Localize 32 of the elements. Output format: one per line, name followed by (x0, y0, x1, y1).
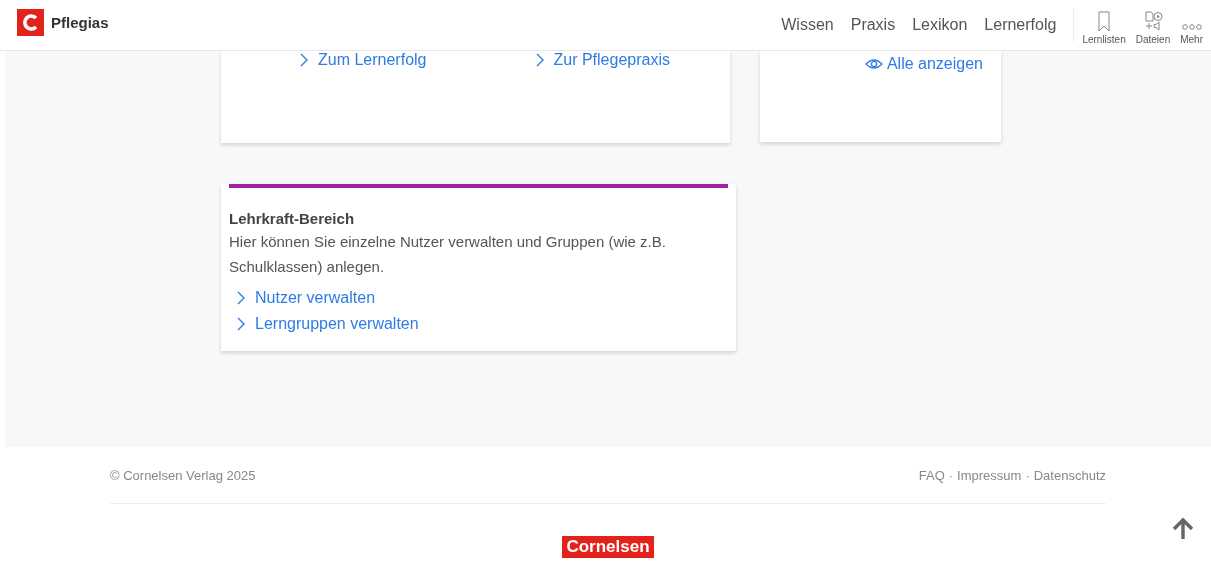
document-media-icon (1142, 11, 1163, 32)
card-title: Lehrkraft-Bereich (229, 210, 356, 227)
scroll-top-button[interactable] (1171, 517, 1195, 541)
arrow-up-icon (1171, 517, 1195, 541)
nav-link[interactable]: Wissen (781, 16, 834, 34)
link[interactable]: Lerngruppen verwalten (236, 311, 728, 337)
logo-icon (17, 8, 44, 36)
link[interactable]: Zur Pflegepraxis (534, 51, 670, 69)
separator: · (1025, 468, 1030, 483)
toolbar-button[interactable]: Mehr (1176, 5, 1207, 45)
nav-link[interactable]: Lexikon (912, 16, 968, 34)
footer-link[interactable]: Datenschutz (1033, 468, 1106, 483)
nav-link[interactable]: Lernerfolg (984, 16, 1057, 34)
more-icon (1181, 22, 1202, 32)
separator: · (948, 468, 954, 483)
chevron-icon (299, 52, 309, 68)
footer-link[interactable]: Impressum (957, 468, 1022, 483)
chevron-icon (534, 52, 545, 68)
copyright-text: © Cornelsen Verlag 2025 (110, 468, 256, 483)
chevron-icon (236, 316, 246, 332)
nav-link[interactable]: Praxis (850, 16, 896, 34)
link[interactable]: Nutzer verwalten (236, 285, 728, 311)
card-text: Hier können Sie einzelne Nutzer verwalten und Gruppen (wie z.B. Schulklassen) anlegen. (229, 232, 667, 277)
toolbar-button[interactable]: Dateien (1131, 5, 1175, 45)
brand-name[interactable]: Pflegias (51, 13, 109, 31)
link[interactable]: Alle anzeigen (864, 55, 983, 73)
chevron-icon (236, 290, 246, 306)
link[interactable]: Zum Lernerfolg (299, 51, 427, 69)
toolbar-button[interactable]: Lernlisten (1078, 5, 1130, 45)
eye-icon (864, 58, 883, 70)
footer-link[interactable]: FAQ (918, 468, 945, 483)
publisher-logo: Cornelsen (562, 536, 654, 558)
